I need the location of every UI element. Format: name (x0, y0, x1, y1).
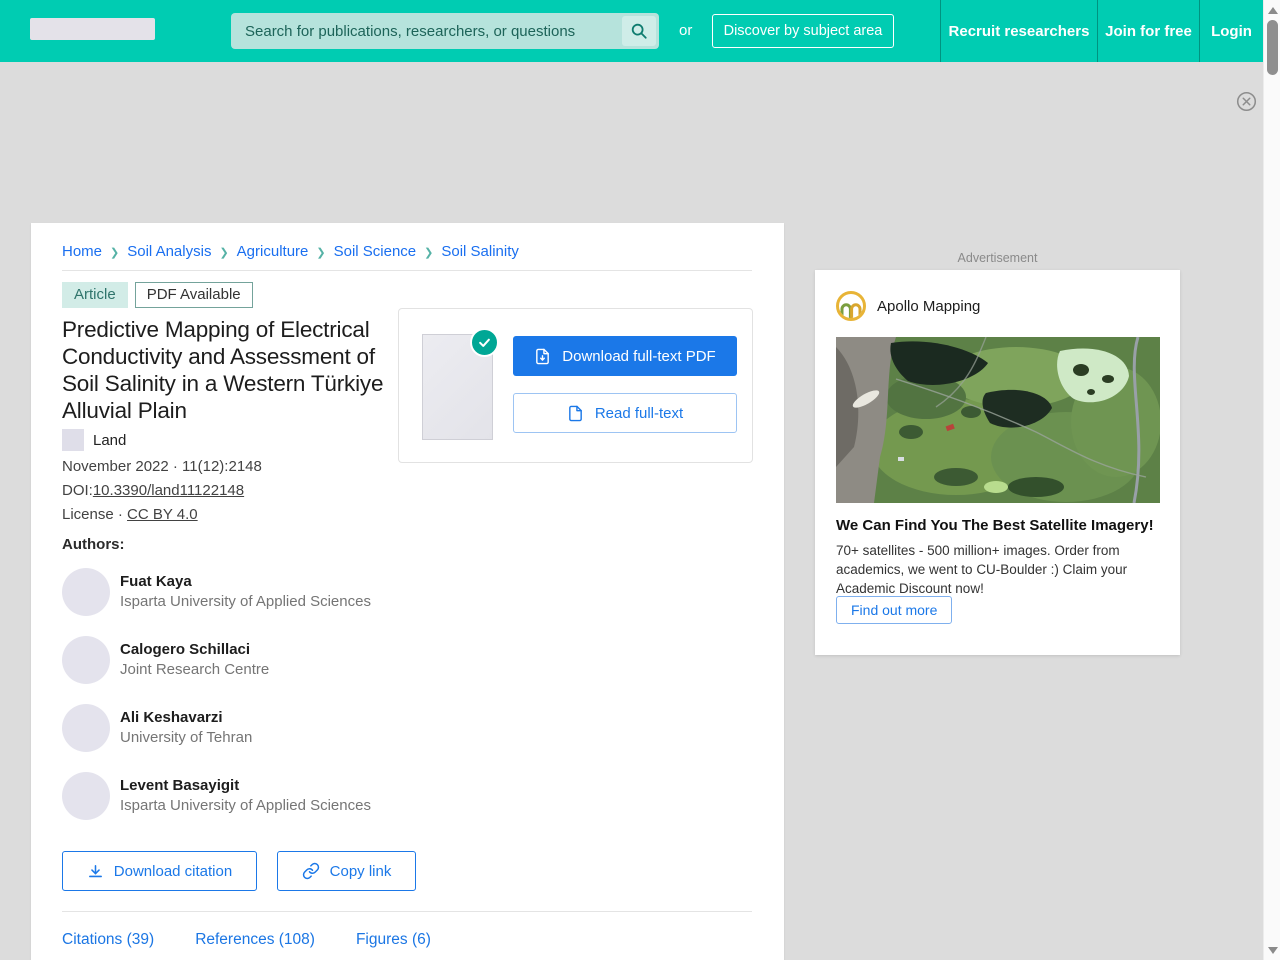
nav-recruit-researchers[interactable]: Recruit researchers (941, 0, 1097, 62)
ad-body-text: 70+ satellites - 500 million+ images. Or… (836, 543, 1128, 596)
author-row[interactable]: Levent Basayigit Isparta University of A… (62, 772, 371, 820)
tab-citations[interactable]: Citations (39) (62, 931, 154, 949)
ad-headline: We Can Find You The Best Satellite Image… (836, 517, 1154, 534)
divider (62, 911, 752, 912)
publication-date-volume: November 2022 · 11(12):2148 (62, 458, 262, 475)
page-title: Predictive Mapping of Electrical Conduct… (62, 317, 384, 423)
ad-brand-name[interactable]: Apollo Mapping (877, 298, 980, 315)
top-navigation-bar: or Discover by subject area Recruit rese… (0, 0, 1263, 62)
article-type-badge: Article (62, 282, 128, 308)
author-row[interactable]: Ali Keshavarzi University of Tehran (62, 704, 252, 752)
copy-link-button[interactable]: Copy link (277, 851, 416, 891)
author-affiliation: Isparta University of Applied Sciences (120, 797, 371, 814)
scroll-up-icon[interactable] (1268, 7, 1278, 14)
breadcrumb-home[interactable]: Home (62, 243, 102, 260)
breadcrumb-soil-salinity[interactable]: Soil Salinity (441, 243, 519, 260)
scrollbar-thumb[interactable] (1267, 20, 1278, 75)
apollo-mapping-logo-icon[interactable] (836, 291, 866, 321)
read-fulltext-button[interactable]: Read full-text (513, 393, 737, 433)
check-icon (470, 328, 499, 357)
author-name[interactable]: Calogero Schillaci (120, 640, 269, 660)
chevron-right-icon: ❯ (424, 247, 434, 259)
download-citation-button[interactable]: Download citation (62, 851, 257, 891)
breadcrumb: Home ❯ Soil Analysis ❯ Agriculture ❯ Soi… (62, 243, 519, 260)
download-icon (87, 863, 104, 880)
fulltext-action-card: Download full-text PDF Read full-text (398, 308, 753, 463)
breadcrumb-soil-science[interactable]: Soil Science (334, 243, 417, 260)
license-label: License · (62, 506, 123, 523)
file-icon (567, 405, 584, 422)
find-out-more-button[interactable]: Find out more (836, 596, 953, 624)
article-card: Home ❯ Soil Analysis ❯ Agriculture ❯ Soi… (31, 223, 784, 960)
tab-references[interactable]: References (108) (195, 931, 315, 949)
author-name[interactable]: Fuat Kaya (120, 572, 371, 592)
vertical-scrollbar[interactable] (1263, 0, 1280, 960)
author-name[interactable]: Levent Basayigit (120, 776, 371, 796)
chevron-right-icon: ❯ (110, 247, 120, 259)
copy-link-label: Copy link (329, 862, 392, 880)
author-affiliation: Isparta University of Applied Sciences (120, 593, 371, 610)
avatar[interactable] (62, 636, 110, 684)
nav-login[interactable]: Login (1200, 0, 1263, 62)
tab-figures[interactable]: Figures (6) (356, 931, 431, 949)
download-citation-label: Download citation (113, 862, 233, 880)
file-download-icon (534, 348, 551, 365)
chevron-right-icon: ❯ (219, 247, 229, 259)
author-affiliation: Joint Research Centre (120, 661, 270, 678)
pdf-available-badge: PDF Available (134, 282, 253, 308)
divider (62, 270, 752, 271)
close-icon[interactable] (1236, 91, 1257, 112)
breadcrumb-agriculture[interactable]: Agriculture (237, 243, 309, 260)
or-label: or (679, 22, 693, 39)
author-name[interactable]: Ali Keshavarzi (120, 708, 252, 728)
doi-label: DOI: (62, 482, 93, 499)
download-fulltext-pdf-button[interactable]: Download full-text PDF (513, 336, 737, 376)
search-input[interactable] (231, 22, 622, 40)
license-link[interactable]: CC BY 4.0 (127, 506, 198, 523)
doi-link[interactable]: 10.3390/land11122148 (93, 482, 244, 499)
search-bar (231, 13, 659, 49)
link-icon (302, 862, 320, 880)
breadcrumb-soil-analysis[interactable]: Soil Analysis (127, 243, 211, 260)
search-icon (630, 22, 648, 40)
citation-actions: Download citation Copy link (62, 851, 416, 891)
site-logo[interactable] (30, 18, 155, 40)
discover-by-subject-button[interactable]: Discover by subject area (712, 14, 894, 48)
nav-join-for-free[interactable]: Join for free (1098, 0, 1199, 62)
license-line: License · CC BY 4.0 (62, 506, 198, 523)
advertisement-card: Apollo Mapping We Can Find You The Best … (815, 270, 1180, 655)
journal-name[interactable]: Land (93, 432, 126, 449)
author-row[interactable]: Calogero Schillaci Joint Research Centre (62, 636, 269, 684)
advertisement-label: Advertisement (957, 251, 1038, 265)
authors-label: Authors: (62, 536, 125, 553)
scroll-down-icon[interactable] (1268, 947, 1278, 954)
satellite-image[interactable] (836, 337, 1160, 503)
tags-row: Article PDF Available (62, 282, 253, 308)
doi-line: DOI:10.3390/land11122148 (62, 482, 244, 499)
read-fulltext-label: Read full-text (594, 404, 684, 422)
search-button[interactable] (622, 16, 656, 46)
avatar[interactable] (62, 568, 110, 616)
avatar[interactable] (62, 704, 110, 752)
author-affiliation: University of Tehran (120, 729, 253, 746)
author-row[interactable]: Fuat Kaya Isparta University of Applied … (62, 568, 371, 616)
journal-cover-thumbnail (62, 429, 84, 451)
journal-row[interactable]: Land (62, 429, 126, 451)
article-tabs: Citations (39) References (108) Figures … (62, 931, 431, 949)
avatar[interactable] (62, 772, 110, 820)
download-fulltext-label: Download full-text PDF (562, 347, 716, 365)
chevron-right-icon: ❯ (316, 247, 326, 259)
